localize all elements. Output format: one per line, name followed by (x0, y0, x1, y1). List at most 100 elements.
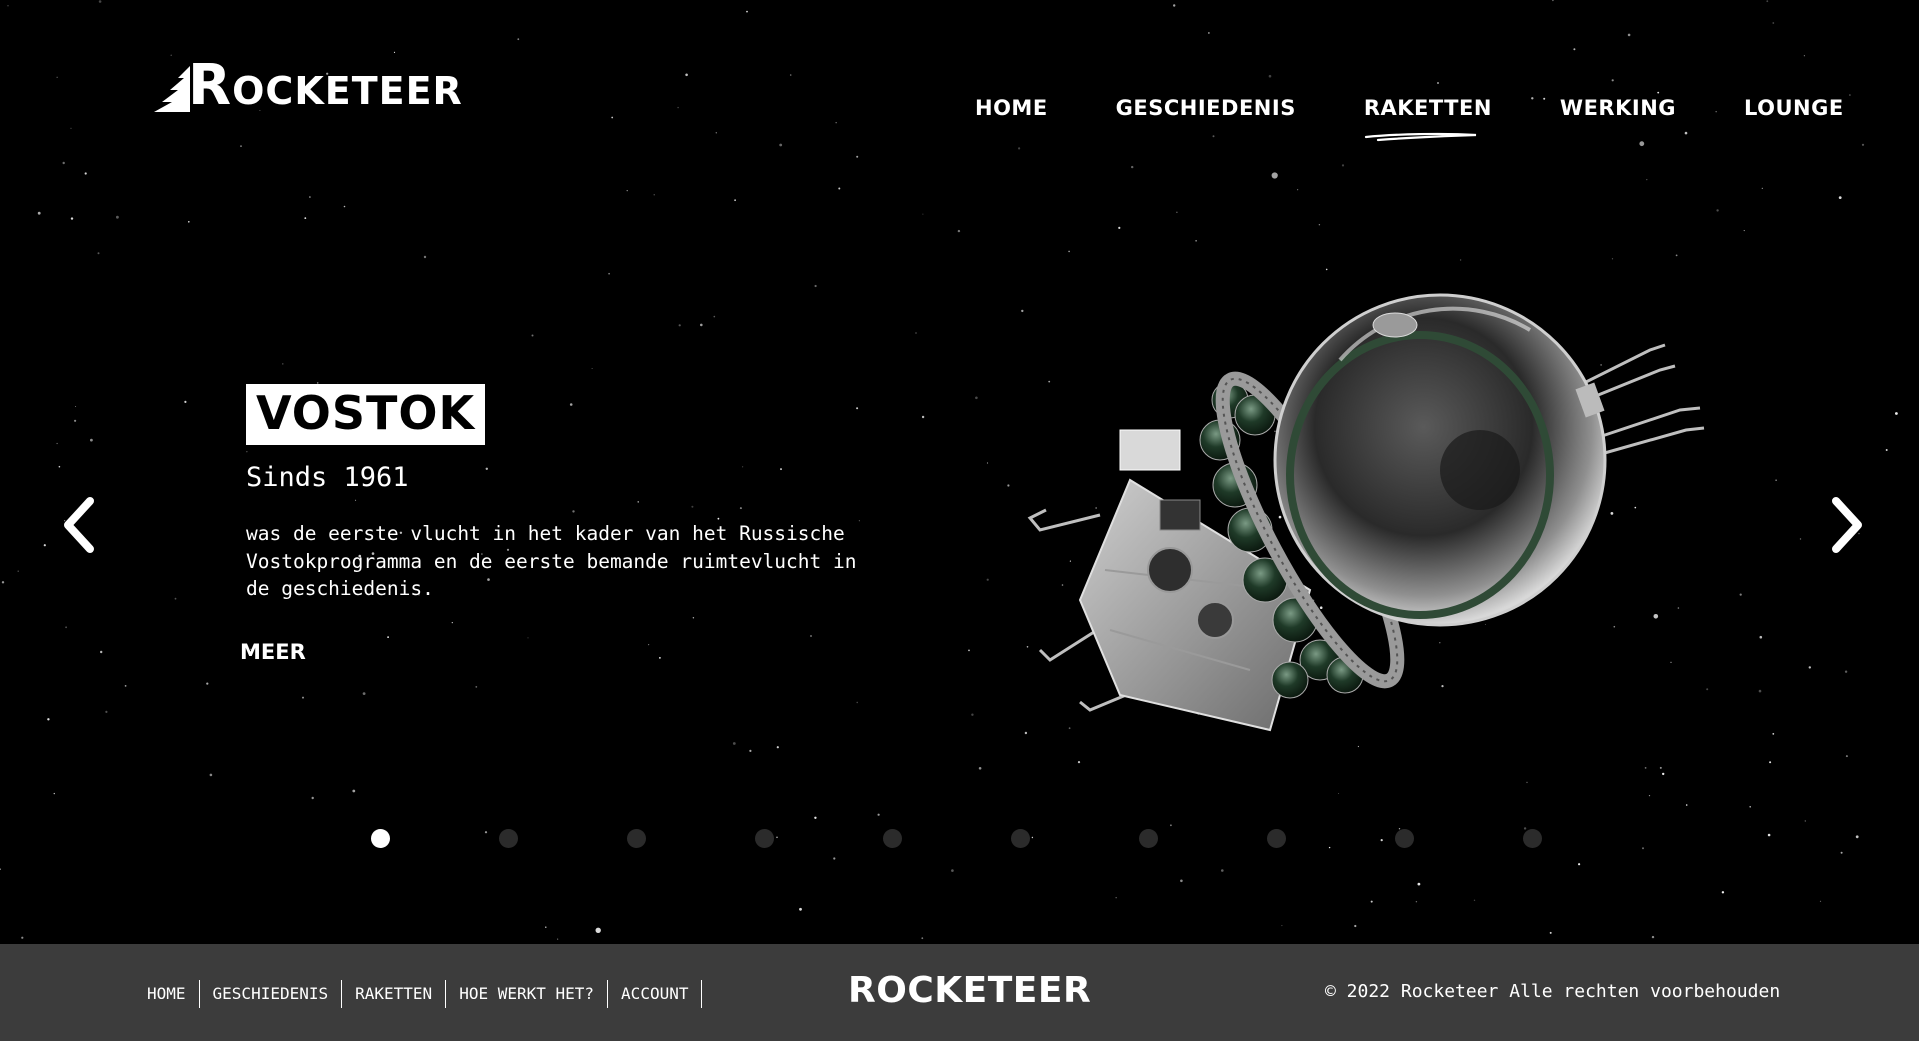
footer-link-hoe-werkt-het[interactable]: HOE WERKT HET? (446, 980, 609, 1008)
footer-logo[interactable]: ROCKETEER (848, 970, 1091, 1011)
star (100, 650, 103, 654)
carousel-dot[interactable] (1139, 829, 1158, 848)
carousel-dot[interactable] (1267, 829, 1286, 848)
star (742, 466, 744, 468)
star (1761, 187, 1763, 189)
star (70, 217, 74, 220)
star (1648, 795, 1651, 797)
footer-link-raketten[interactable]: RAKETTEN (342, 980, 447, 1008)
carousel-dot[interactable] (883, 829, 902, 848)
star (451, 622, 453, 624)
star (779, 143, 783, 147)
footer-link-geschiedenis[interactable]: GESCHIEDENIS (200, 980, 343, 1008)
star (1473, 899, 1476, 901)
star (1526, 781, 1528, 784)
nav-home[interactable]: HOME (975, 96, 1048, 120)
star (1838, 196, 1842, 200)
carousel-dot[interactable] (1523, 829, 1542, 848)
star (732, 742, 736, 745)
star (1819, 900, 1822, 902)
star (1131, 165, 1134, 169)
more-button[interactable]: MEER (240, 640, 306, 664)
star (545, 926, 547, 928)
star (975, 396, 978, 400)
nav-werking[interactable]: WERKING (1560, 96, 1676, 120)
star (1115, 897, 1117, 899)
slide-description: was de eerste vlucht in het kader van he… (246, 522, 857, 600)
star (856, 407, 859, 410)
star (124, 685, 127, 687)
star (1662, 772, 1665, 776)
star (1325, 268, 1328, 271)
star (572, 510, 575, 513)
star (56, 442, 58, 445)
star (282, 363, 284, 365)
star (922, 213, 924, 215)
star (659, 657, 661, 659)
star (1018, 147, 1021, 150)
star (352, 789, 356, 793)
star (423, 255, 427, 259)
star (1354, 924, 1357, 928)
footer-link-account[interactable]: ACCOUNT (608, 980, 703, 1008)
carousel-dot[interactable] (499, 829, 518, 848)
star (637, 501, 639, 503)
star (531, 334, 534, 337)
star (105, 710, 108, 714)
star (188, 221, 190, 223)
star (799, 907, 802, 911)
carousel-dot[interactable] (627, 829, 646, 848)
site-logo[interactable]: ROCKETEER (152, 58, 463, 114)
star (75, 406, 77, 407)
nav-raketten[interactable]: RAKETTEN (1364, 96, 1492, 142)
star (184, 400, 187, 403)
star (1844, 670, 1848, 673)
star (58, 465, 61, 468)
carousel-prev-button[interactable] (60, 495, 100, 560)
star (1840, 851, 1843, 854)
star (302, 696, 304, 699)
star (1743, 230, 1745, 232)
star (53, 792, 55, 795)
nav-lounge[interactable]: LOUNGE (1744, 96, 1844, 120)
star (626, 190, 628, 192)
footer-link-home[interactable]: HOME (134, 980, 200, 1008)
star (0, 868, 1, 870)
carousel-dot[interactable] (1011, 829, 1030, 848)
star (1611, 79, 1614, 82)
star (700, 323, 703, 327)
star (692, 617, 695, 619)
footer-links: HOME GESCHIEDENIS RAKETTEN HOE WERKT HET… (134, 980, 703, 1008)
star (7, 5, 9, 7)
star (475, 686, 478, 688)
nav-active-underline (1364, 132, 1476, 142)
star (780, 468, 782, 471)
star (978, 767, 982, 770)
star (921, 937, 924, 940)
star (734, 199, 736, 202)
carousel-dot[interactable] (755, 829, 774, 848)
star (1803, 55, 1805, 57)
nav-geschiedenis[interactable]: GESCHIEDENIS (1116, 96, 1296, 120)
star (527, 637, 529, 639)
star (569, 403, 573, 406)
carousel-dot[interactable] (1395, 829, 1414, 848)
star (1861, 143, 1865, 146)
star (1885, 449, 1888, 451)
star (1195, 240, 1197, 242)
star (810, 635, 812, 637)
carousel-next-button[interactable] (1826, 495, 1866, 560)
star (1684, 131, 1688, 135)
star (1170, 824, 1172, 827)
star (1271, 172, 1278, 179)
carousel-dot[interactable] (371, 829, 390, 848)
star (309, 196, 311, 198)
star (1318, 224, 1321, 226)
site-logo-text: ROCKETEER (188, 53, 463, 118)
star (921, 415, 925, 419)
star (387, 636, 389, 638)
star (677, 106, 679, 109)
star (814, 284, 817, 288)
star (856, 701, 858, 704)
star (957, 229, 961, 233)
